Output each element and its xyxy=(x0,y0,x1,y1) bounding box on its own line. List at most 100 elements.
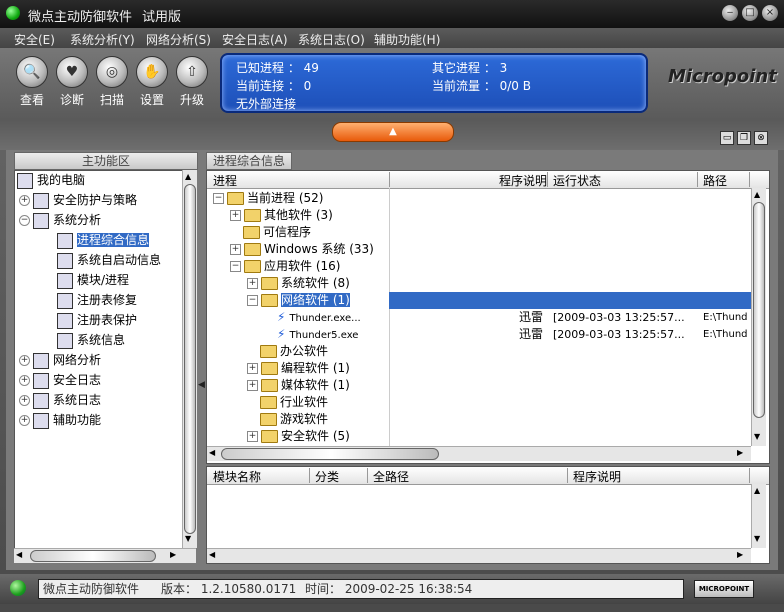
col-program-desc[interactable]: 程序说明 xyxy=(573,468,750,484)
tree-item[interactable]: 系统信息 xyxy=(57,331,125,349)
upgrade-button[interactable]: ⇧ 升级 xyxy=(174,56,210,108)
scroll-right-icon[interactable]: ▶ xyxy=(170,550,176,559)
process-tree-row[interactable]: 可信程序 xyxy=(230,224,311,241)
tree-item[interactable]: 注册表保护 xyxy=(57,311,137,329)
scroll-right-icon[interactable]: ▶ xyxy=(737,448,743,457)
menu-tools[interactable]: 辅助功能(H) xyxy=(374,31,440,48)
expand-icon[interactable]: + xyxy=(19,195,30,206)
collapse-icon[interactable]: − xyxy=(213,193,224,204)
hand-icon: ✋ xyxy=(136,56,168,88)
expand-icon[interactable]: + xyxy=(247,431,258,442)
process-tree-row[interactable]: ⚡ Thunder.exe... xyxy=(264,309,361,326)
micropoint-badge-button[interactable]: MICROPOINT xyxy=(694,580,754,598)
tree-item[interactable]: 模块/进程 xyxy=(57,271,129,289)
menu-system-log[interactable]: 系统日志(O) xyxy=(298,31,365,48)
menu-system-analysis[interactable]: 系统分析(Y) xyxy=(70,31,135,48)
scroll-down-icon[interactable]: ▼ xyxy=(754,534,760,543)
expand-icon[interactable]: + xyxy=(247,363,258,374)
expand-icon[interactable]: + xyxy=(19,375,30,386)
scroll-left-icon[interactable]: ◀ xyxy=(16,550,22,559)
process-tree-row[interactable]: + Windows 系统 (33) xyxy=(230,241,374,258)
diagnose-button[interactable]: ♥ 诊断 xyxy=(54,56,90,108)
col-process[interactable]: 进程 xyxy=(213,172,390,188)
expand-icon[interactable]: + xyxy=(19,415,30,426)
collapse-icon[interactable]: − xyxy=(247,295,258,306)
process-tree-row[interactable]: 行业软件 xyxy=(247,394,328,411)
module-horizontal-scrollbar[interactable]: ◀ ▶ xyxy=(207,548,751,563)
process-horizontal-scrollbar[interactable]: ◀ ▶ xyxy=(207,446,751,461)
scroll-down-icon[interactable]: ▼ xyxy=(754,432,760,441)
process-vscroll-thumb[interactable] xyxy=(753,202,765,418)
process-tree-row[interactable]: 办公软件 xyxy=(247,343,328,360)
tree-item[interactable]: 进程综合信息 xyxy=(57,231,150,249)
process-info-tab[interactable]: 进程综合信息 xyxy=(206,152,292,170)
main-function-tab[interactable]: 主功能区 xyxy=(14,152,198,170)
scroll-down-icon[interactable]: ▼ xyxy=(185,534,191,543)
col-category[interactable]: 分类 xyxy=(315,468,368,484)
tree-item[interactable]: + 辅助功能 xyxy=(19,411,101,429)
left-hscroll-thumb[interactable] xyxy=(30,550,156,562)
module-vertical-scrollbar[interactable]: ▲ ▼ xyxy=(751,484,766,548)
col-full-path[interactable]: 全路径 xyxy=(373,468,568,484)
col-path[interactable]: 路径 xyxy=(703,172,750,188)
left-horizontal-scrollbar[interactable]: ◀ ▶ xyxy=(14,548,196,563)
process-tree-row[interactable]: + 编程软件 (1) xyxy=(247,360,350,377)
maximize-button[interactable]: □ xyxy=(742,5,758,21)
process-tree-row[interactable]: − 网络软件 (1) xyxy=(247,292,350,309)
collapse-toolbar-button[interactable]: ▲ xyxy=(332,122,454,142)
protection-status-icon[interactable] xyxy=(10,580,26,596)
col-module-name[interactable]: 模块名称 xyxy=(213,468,310,484)
folder-icon xyxy=(260,396,277,409)
panel-min-button[interactable]: ▭ xyxy=(720,131,734,145)
status-info-panel: 已知进程 ： 49 其它进程 ： 3 当前连接 ： 0 当前流量 ： 0/0 B… xyxy=(220,53,648,113)
collapse-icon[interactable]: − xyxy=(230,261,241,272)
process-tree-row[interactable]: + 其他软件 (3) xyxy=(230,207,333,224)
process-vertical-scrollbar[interactable]: ▲ ▼ xyxy=(751,188,766,446)
expand-icon[interactable]: + xyxy=(230,244,241,255)
scan-button[interactable]: ◎ 扫描 xyxy=(94,56,130,108)
close-button[interactable]: × xyxy=(762,5,778,21)
scroll-up-icon[interactable]: ▲ xyxy=(754,190,760,199)
tree-item[interactable]: − 系统分析 xyxy=(19,211,101,229)
panel-splitter[interactable]: ◀ xyxy=(198,380,205,392)
panel-close-button[interactable]: ⊗ xyxy=(754,131,768,145)
left-vertical-scrollbar[interactable]: ▲ ▼ xyxy=(182,170,197,548)
process-tree-row[interactable]: + 安全软件 (5) xyxy=(247,428,350,445)
tree-item[interactable]: + 安全日志 xyxy=(19,371,101,389)
settings-button[interactable]: ✋ 设置 xyxy=(134,56,170,108)
expand-icon[interactable]: + xyxy=(247,380,258,391)
process-tree-row[interactable]: − 当前进程 (52) xyxy=(213,190,323,207)
tree-item[interactable]: 系统自启动信息 xyxy=(57,251,161,269)
expand-icon[interactable]: + xyxy=(19,395,30,406)
process-hscroll-thumb[interactable] xyxy=(221,448,439,460)
left-vscroll-thumb[interactable] xyxy=(184,184,196,534)
expand-icon[interactable]: + xyxy=(19,355,30,366)
menu-security[interactable]: 安全(E) xyxy=(14,31,55,48)
process-tree-row[interactable]: ⚡ Thunder5.exe xyxy=(264,326,358,343)
collapse-icon[interactable]: − xyxy=(19,215,30,226)
scroll-right-icon[interactable]: ▶ xyxy=(737,550,743,559)
tree-item[interactable]: + 网络分析 xyxy=(19,351,101,369)
title-bar[interactable]: 微点主动防御软件 试用版 ‒ □ × xyxy=(0,0,784,28)
process-tree-row[interactable]: + 媒体软件 (1) xyxy=(247,377,350,394)
menu-security-log[interactable]: 安全日志(A) xyxy=(222,31,288,48)
process-tree-row[interactable]: 游戏软件 xyxy=(247,411,328,428)
tree-item[interactable]: 注册表修复 xyxy=(57,291,137,309)
col-status[interactable]: 运行状态 xyxy=(553,172,698,188)
panel-restore-button[interactable]: ❐ xyxy=(737,131,751,145)
scroll-left-icon[interactable]: ◀ xyxy=(209,550,215,559)
col-description[interactable]: 程序说明 xyxy=(495,172,548,188)
tree-item[interactable]: + 系统日志 xyxy=(19,391,101,409)
minimize-button[interactable]: ‒ xyxy=(722,5,738,21)
scroll-up-icon[interactable]: ▲ xyxy=(185,172,191,181)
process-tree-row[interactable]: + 系统软件 (8) xyxy=(247,275,350,292)
scroll-up-icon[interactable]: ▲ xyxy=(754,486,760,495)
process-tree-row[interactable]: − 应用软件 (16) xyxy=(230,258,340,275)
tree-item[interactable]: 我的电脑 xyxy=(17,171,85,189)
tree-item[interactable]: + 安全防护与策略 xyxy=(19,191,137,209)
menu-network-analysis[interactable]: 网络分析(S) xyxy=(146,31,211,48)
view-button[interactable]: 🔍 查看 xyxy=(14,56,50,108)
expand-icon[interactable]: + xyxy=(247,278,258,289)
scroll-left-icon[interactable]: ◀ xyxy=(209,448,215,457)
expand-icon[interactable]: + xyxy=(230,210,241,221)
